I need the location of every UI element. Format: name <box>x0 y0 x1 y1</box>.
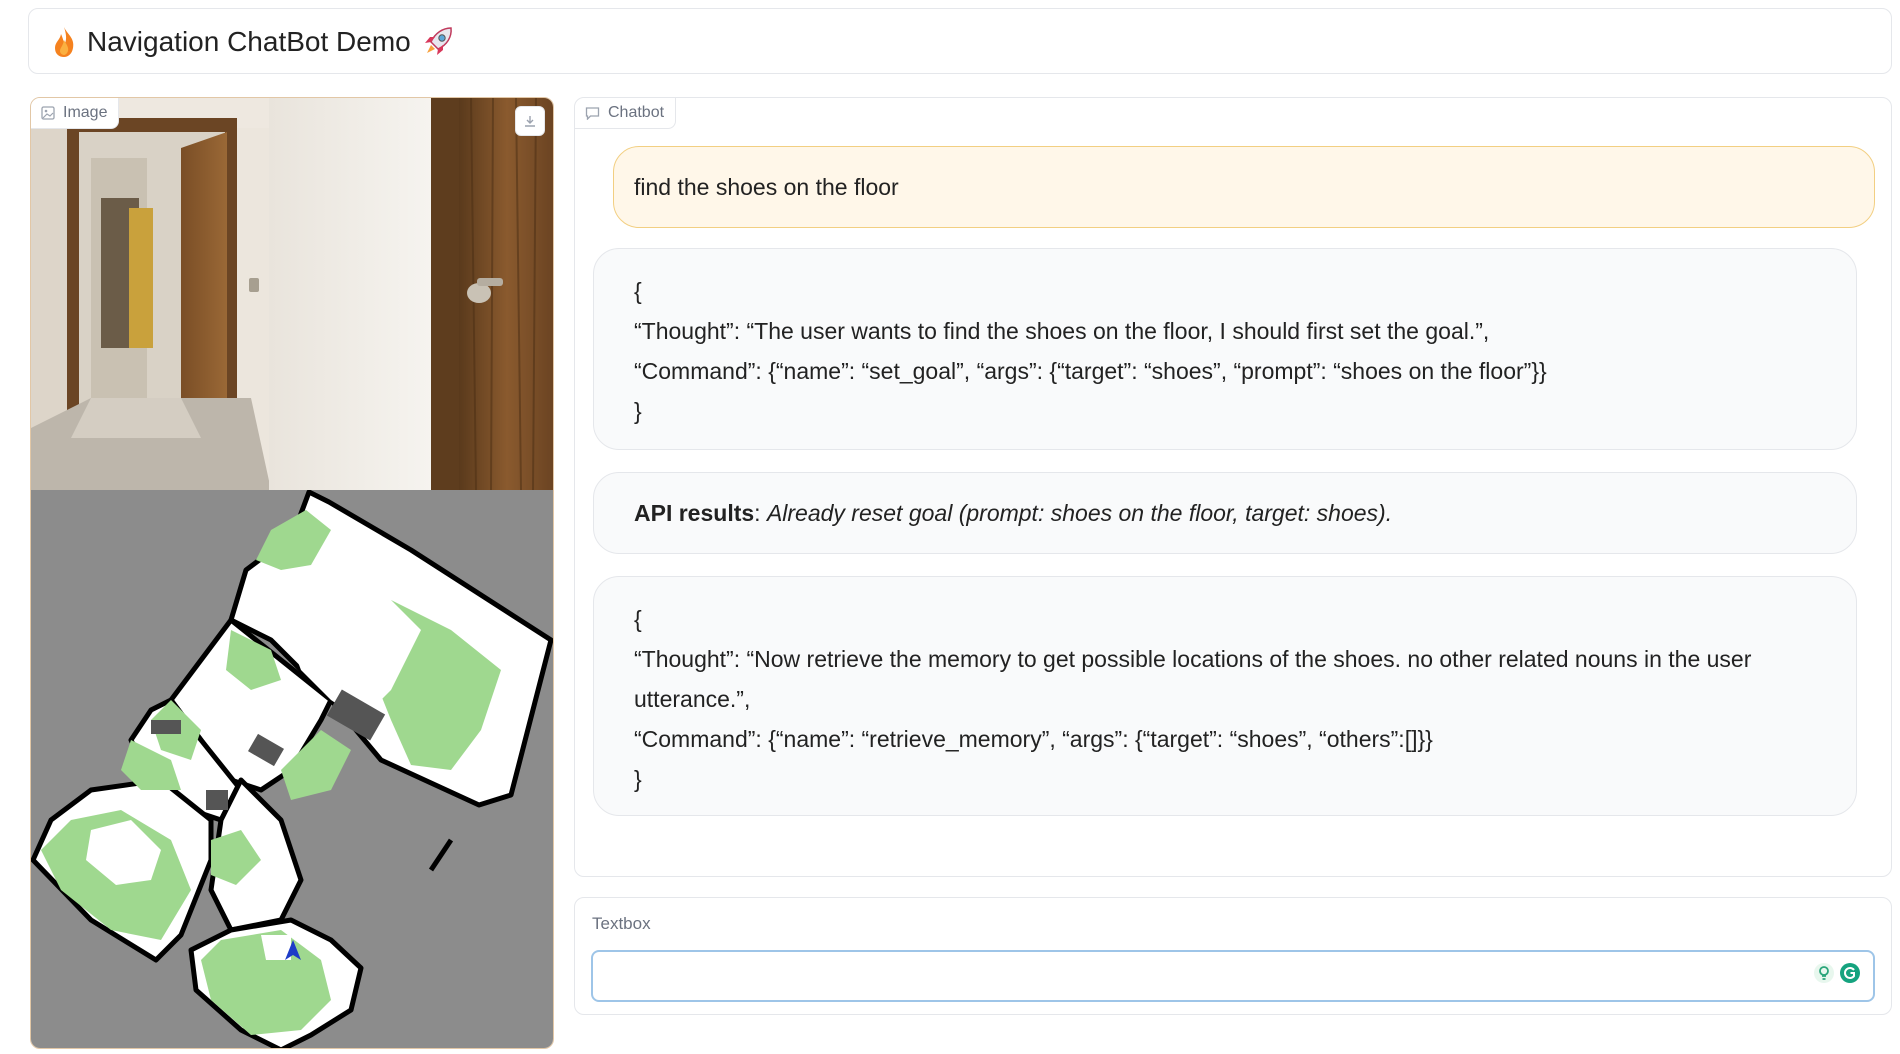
bot-message-set-goal: { “Thought”: “The user wants to find the… <box>593 248 1857 450</box>
bot-message-retrieve-memory: { “Thought”: “Now retrieve the memory to… <box>593 576 1857 816</box>
lightbulb-icon[interactable] <box>1813 962 1835 984</box>
chat-icon <box>585 107 600 120</box>
image-panel: Image <box>30 97 554 1049</box>
api-results-separator: : <box>754 500 767 526</box>
message-line: “Thought”: “Now retrieve the memory to g… <box>634 646 1752 672</box>
chatbot-label: Chatbot <box>608 104 665 121</box>
download-icon <box>525 116 535 127</box>
message-line: utterance.”, <box>634 686 751 712</box>
message-line: “Command”: {“name”: “set_goal”, “args”: … <box>634 358 1547 384</box>
message-line: } <box>634 398 642 424</box>
message-line: “Thought”: “The user wants to find the s… <box>634 318 1490 344</box>
rocket-icon <box>424 27 452 55</box>
message-line: } <box>634 766 642 792</box>
textbox-label: Textbox <box>592 914 651 933</box>
message-line: “Command”: {“name”: “retrieve_memory”, “… <box>634 726 1433 752</box>
chatbot-label-chip: Chatbot <box>575 98 677 129</box>
image-icon <box>41 106 55 120</box>
app-title-row: Navigation ChatBot Demo <box>51 25 455 59</box>
occupancy-map <box>31 490 553 1048</box>
user-message: find the shoes on the floor <box>613 146 1875 228</box>
fire-icon <box>55 27 74 57</box>
api-results-label: API results <box>634 500 755 526</box>
image-label-chip: Image <box>31 98 120 129</box>
message-input[interactable] <box>591 950 1875 1002</box>
chatbot-panel: Chatbot find the shoes on the floor { “T… <box>574 97 1892 877</box>
image-label: Image <box>63 104 108 121</box>
bot-message-api-results: API results: Already reset goal (prompt:… <box>593 472 1857 554</box>
download-button[interactable] <box>515 106 545 136</box>
input-extension-icons <box>1813 962 1861 984</box>
grammarly-icon[interactable] <box>1839 962 1861 984</box>
message-line: { <box>634 606 642 632</box>
page-title: Navigation ChatBot Demo <box>87 26 411 57</box>
observation-photo <box>31 98 553 490</box>
message-line: { <box>634 278 642 304</box>
header-bar: Navigation ChatBot Demo <box>28 8 1892 74</box>
textbox-panel: Textbox <box>574 897 1892 1015</box>
api-results-text: Already reset goal (prompt: shoes on the… <box>766 500 1393 526</box>
